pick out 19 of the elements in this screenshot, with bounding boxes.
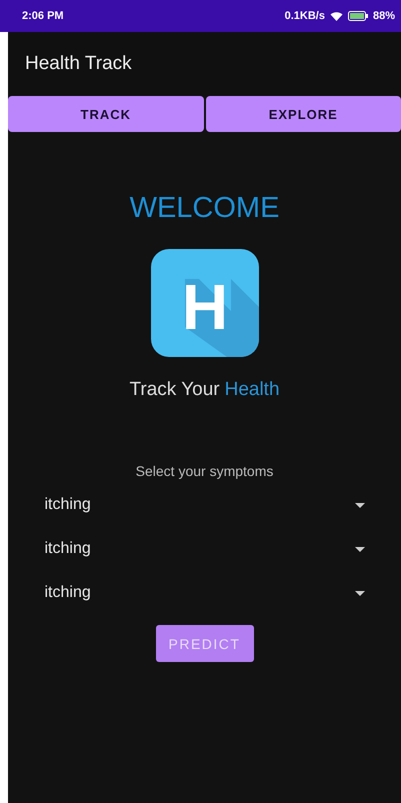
tab[interactable]: TRACK	[8, 96, 204, 132]
dropdown-caret-icon	[354, 590, 364, 596]
wifi-icon	[330, 10, 343, 22]
symptom-dropdown[interactable]: itching	[44, 493, 364, 517]
symptoms-label: Select your symptoms	[136, 463, 274, 479]
dropdown-caret-icon	[354, 502, 364, 508]
dropdown-caret-icon	[354, 546, 364, 552]
tagline-highlight: Health	[224, 379, 280, 401]
logo-icon: H	[150, 249, 258, 357]
status-time: 2:06 PM	[22, 10, 64, 22]
network-speed: 0.1KB/s	[284, 10, 325, 22]
welcome-heading: WELCOME	[130, 192, 280, 225]
tab[interactable]: EXPLORE	[206, 96, 401, 132]
battery-icon	[348, 11, 368, 21]
battery-percent: 88%	[372, 10, 395, 22]
tagline: Track Your	[129, 379, 220, 401]
symptom-dropdown[interactable]: itching	[44, 581, 364, 605]
symptom-dropdown[interactable]: itching	[44, 537, 364, 561]
app-title: Health Track	[25, 53, 132, 75]
